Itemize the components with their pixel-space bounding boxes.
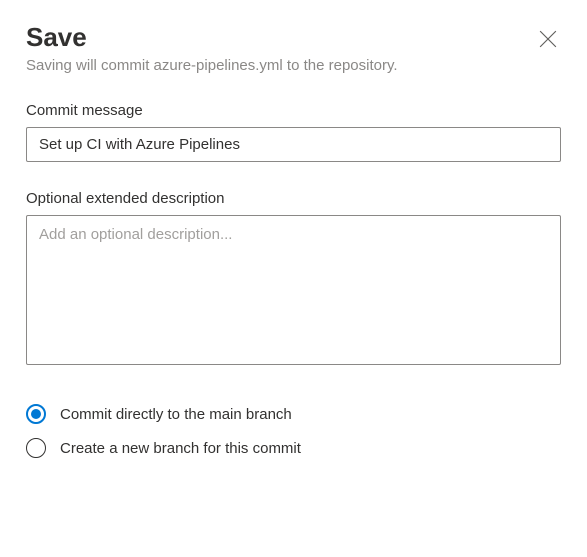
commit-message-input[interactable]: [26, 127, 561, 162]
close-icon: [539, 30, 557, 48]
extended-description-label: Optional extended description: [26, 190, 561, 207]
commit-message-label: Commit message: [26, 102, 561, 119]
radio-label-new-branch: Create a new branch for this commit: [60, 440, 301, 457]
dialog-subtitle: Saving will commit azure-pipelines.yml t…: [26, 57, 561, 74]
radio-commit-direct[interactable]: Commit directly to the main branch: [26, 404, 561, 424]
radio-indicator-selected: [26, 404, 46, 424]
radio-create-branch[interactable]: Create a new branch for this commit: [26, 438, 561, 458]
dialog-title: Save: [26, 22, 87, 53]
close-button[interactable]: [535, 26, 561, 52]
radio-label-direct: Commit directly to the main branch: [60, 406, 292, 423]
extended-description-textarea[interactable]: [26, 215, 561, 365]
branch-radio-group: Commit directly to the main branch Creat…: [26, 404, 561, 458]
radio-indicator-unselected: [26, 438, 46, 458]
